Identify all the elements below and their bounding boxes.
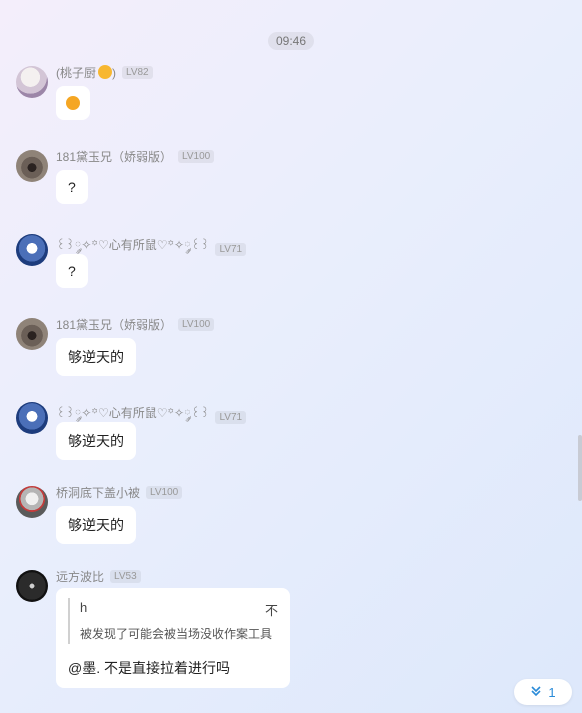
scroll-to-new-button[interactable]: 1 xyxy=(514,679,572,705)
avatar[interactable] xyxy=(16,402,48,434)
time-divider: 09:46 xyxy=(267,32,315,50)
sender-name[interactable]: 远方波比 xyxy=(56,568,104,585)
smiling-face-emoji-icon xyxy=(98,65,112,79)
level-badge: LV82 xyxy=(122,66,153,79)
quoted-author: h xyxy=(80,600,88,615)
message-bubble[interactable]: 够逆天的 xyxy=(56,422,136,460)
avatar[interactable] xyxy=(16,570,48,602)
level-badge: LV100 xyxy=(178,150,215,163)
quoted-message[interactable]: h 不 被发现了可能会被当场没收作案工具 xyxy=(68,598,278,644)
message-bubble[interactable]: ? xyxy=(56,170,88,204)
message-bubble[interactable]: ? xyxy=(56,254,88,288)
message-bubble[interactable]: 够逆天的 xyxy=(56,506,136,544)
avatar[interactable] xyxy=(16,234,48,266)
level-badge: LV100 xyxy=(178,318,215,331)
level-badge: LV71 xyxy=(215,410,247,424)
scrollbar-thumb[interactable] xyxy=(578,435,582,501)
new-message-count: 1 xyxy=(548,684,556,700)
level-badge: LV100 xyxy=(146,486,183,499)
dog-face-emoji-icon xyxy=(66,96,80,110)
quoted-text: 被发现了可能会被当场没收作案工具 xyxy=(80,627,273,641)
quoted-action: 不 xyxy=(264,603,278,618)
sender-name[interactable]: 181黛玉兄（娇弱版） xyxy=(56,316,172,333)
level-badge: LV53 xyxy=(110,570,141,583)
sender-name[interactable]: 181黛玉兄（娇弱版） xyxy=(56,148,172,165)
sender-name[interactable]: (桃子厨) xyxy=(56,64,116,81)
message-bubble[interactable] xyxy=(56,86,90,120)
avatar[interactable] xyxy=(16,318,48,350)
double-chevron-down-icon xyxy=(530,685,542,700)
level-badge: LV71 xyxy=(215,242,247,256)
sender-name[interactable]: 桥洞底下盖小被 xyxy=(56,484,140,501)
avatar[interactable] xyxy=(16,66,48,98)
message-text: @墨. 不是直接拉着进行吗 xyxy=(68,660,230,676)
avatar[interactable] xyxy=(16,486,48,518)
avatar[interactable] xyxy=(16,150,48,182)
message-bubble[interactable]: 够逆天的 xyxy=(56,338,136,376)
reply-message-bubble[interactable]: h 不 被发现了可能会被当场没收作案工具 @墨. 不是直接拉着进行吗 xyxy=(56,588,290,688)
